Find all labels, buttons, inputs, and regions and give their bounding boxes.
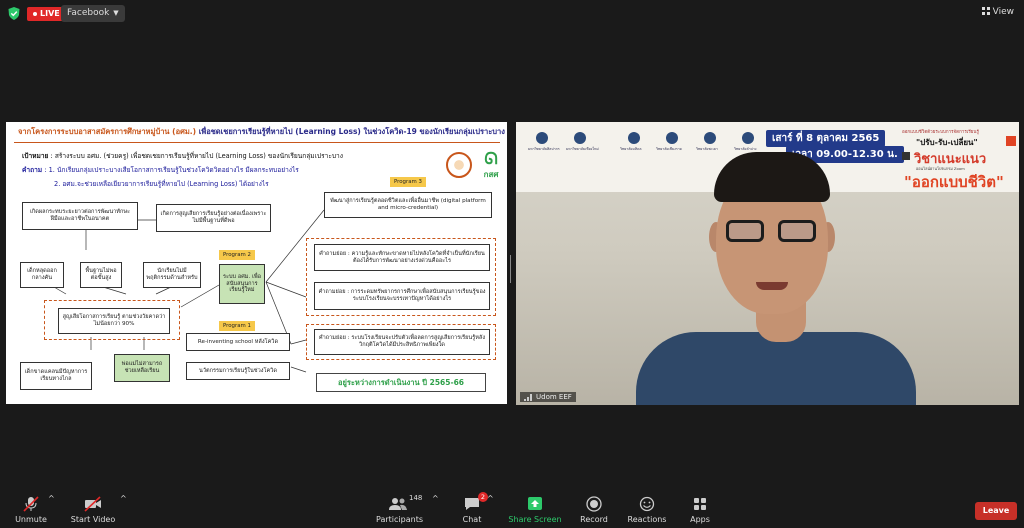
program-2-label: Program 2 xyxy=(219,250,255,260)
chevron-down-icon: ▼ xyxy=(113,9,119,17)
person-glasses xyxy=(726,220,818,244)
unmute-label: Unmute xyxy=(15,515,47,524)
box-reinventing-school: Re-inventing school หลังโควิด xyxy=(186,333,290,351)
status-banner: อยู่ระหว่างการดำเนินงาน ปี 2565-66 xyxy=(316,373,486,392)
decor-square xyxy=(1006,136,1016,146)
participant-video[interactable]: มหาวิทยาลัยศิลปากร มหาวิทยาลัยเชียงใหม่ … xyxy=(516,122,1019,405)
person-hair xyxy=(714,152,830,202)
video-off-icon xyxy=(84,496,101,512)
apps-icon xyxy=(694,498,706,510)
grid-view-icon xyxy=(981,7,990,15)
program-3-label: Program 3 xyxy=(390,177,426,187)
person-shirt xyxy=(636,332,916,405)
box-lifelong-learning: พัฒนาสู่การเรียนรู้ตลอดชีวิตและเพื่ออื่น… xyxy=(324,192,492,218)
signal-strength-icon xyxy=(524,393,533,401)
participant-name-tag: Udom EEF xyxy=(520,392,576,402)
box-innovation: นวัตกรรมการเรียนรู้ในช่วงโควิด xyxy=(186,362,290,380)
apps-label: Apps xyxy=(690,515,710,524)
org-name-4: วิทยาลัยเชียงราย xyxy=(656,147,682,151)
view-label: View xyxy=(992,7,1014,17)
participants-options-caret-icon[interactable]: ^ xyxy=(432,494,439,503)
banner-headline: "ออกแบบชีวิต" xyxy=(904,173,1004,191)
reactions-button[interactable]: Reactions xyxy=(626,494,668,524)
unmute-button[interactable]: Unmute xyxy=(14,494,48,524)
org-name-3: วิทยาลัยมหิดล xyxy=(620,147,642,151)
box-unready-behavior: นักเรียนไม่มีพฤติกรรมด้านสำหรับ xyxy=(143,262,201,288)
org-name-5: วิทยาลัยพะเยา xyxy=(696,147,718,151)
box-research-question-2: คำถามย่อย : การระดมทรัพยากรการศึกษาเพื่อ… xyxy=(314,282,490,310)
org-name-2: มหาวิทยาลัยเชียงใหม่ xyxy=(566,147,599,151)
box-loss-90: สูญเสียโอกาสการเรียนรู้ ตามช่วงวัยคาดว่า… xyxy=(58,308,170,334)
stream-target-label: Facebook xyxy=(67,8,110,18)
participants-count: 148 xyxy=(409,494,423,502)
chat-options-caret-icon[interactable]: ^ xyxy=(487,494,494,503)
org-name-1: มหาวิทยาลัยศิลปากร xyxy=(528,147,560,151)
chat-label: Chat xyxy=(462,515,482,524)
org-logo-icon xyxy=(742,132,754,144)
share-screen-label: Share Screen xyxy=(508,515,562,524)
org-logo-icon xyxy=(666,132,678,144)
live-badge[interactable]: LIVE xyxy=(27,7,66,21)
box-research-question-3: คำถามย่อย : ระบบโรงเรียนจะปรับตัวเพื่อลด… xyxy=(314,329,490,355)
box-aswm-system: ระบบ อศม. เพื่อสนับสนุนการเรียนรู้ใหม่ xyxy=(219,264,265,304)
box-parent-support: พ่อแม่ไม่สามารถช่วยเหลือเรียน xyxy=(114,354,170,382)
decor-square xyxy=(902,152,910,160)
participants-icon xyxy=(389,498,407,510)
chat-button[interactable]: 2 Chat xyxy=(460,492,488,524)
share-screen-icon xyxy=(528,497,542,510)
box-weak-foundation: พื้นฐานไม่พอต่อขั้นสูง xyxy=(80,262,122,288)
audio-options-caret-icon[interactable]: ^ xyxy=(48,494,55,503)
video-options-caret-icon[interactable]: ^ xyxy=(120,494,127,503)
box-research-question-1: คำถามย่อย : ความรู้และทักษะขาดหายไปหลังโ… xyxy=(314,244,490,271)
reactions-label: Reactions xyxy=(627,515,667,524)
apps-button[interactable]: Apps xyxy=(688,494,712,524)
stream-target-dropdown[interactable]: Facebook ▼ xyxy=(61,5,125,22)
shared-slide: จากโครงการระบบอาสาสมัครการศึกษาหมู่บ้าน … xyxy=(6,122,507,404)
meeting-toolbar: Unmute ^ Start Video ^ 148 Participants … xyxy=(0,492,1024,528)
start-video-label: Start Video xyxy=(70,515,116,524)
banner-tagline: ออกแบบชีวิตด้วยระบบการจัดการเรียนรู้ xyxy=(902,130,979,135)
person-mouth xyxy=(756,282,788,290)
event-date: เสาร์ ที่ 8 ตุลาคม 2565 xyxy=(766,130,886,147)
view-button[interactable]: View xyxy=(981,7,1014,17)
record-icon xyxy=(586,496,602,512)
reactions-icon xyxy=(639,496,655,512)
start-video-button[interactable]: Start Video xyxy=(70,494,116,524)
org-logo-icon xyxy=(536,132,548,144)
program-1-label: Program 1 xyxy=(219,321,255,331)
box-distance-learning: เด็กขาดแคลนมีปัญหาการเรียนทางไกล xyxy=(20,362,92,390)
org-logo-icon xyxy=(628,132,640,144)
top-bar: LIVE Facebook ▼ View xyxy=(0,0,1024,28)
participants-label: Participants xyxy=(376,515,423,524)
leave-button[interactable]: Leave xyxy=(975,502,1017,520)
shield-check-icon[interactable] xyxy=(8,7,20,20)
record-button[interactable]: Record xyxy=(578,494,610,524)
org-logo-icon xyxy=(704,132,716,144)
microphone-muted-icon xyxy=(23,496,39,512)
share-screen-button[interactable]: Share Screen xyxy=(508,494,562,524)
record-label: Record xyxy=(580,515,608,524)
participants-button[interactable]: 148 Participants xyxy=(376,494,423,524)
org-logo-icon xyxy=(574,132,586,144)
box-future-impact: เกิดผลกระทบระยะยาวต่อการพัฒนาทักษะฝีมือแ… xyxy=(22,202,138,230)
box-dropout: เด็กหลุดออกกลางคัน xyxy=(20,262,64,288)
live-dot-icon xyxy=(33,11,37,16)
panel-splitter-handle[interactable] xyxy=(510,255,513,283)
box-continuous-loss: เกิดการสูญเสียการเรียนรู้อย่างต่อเนื่องเ… xyxy=(156,204,271,232)
